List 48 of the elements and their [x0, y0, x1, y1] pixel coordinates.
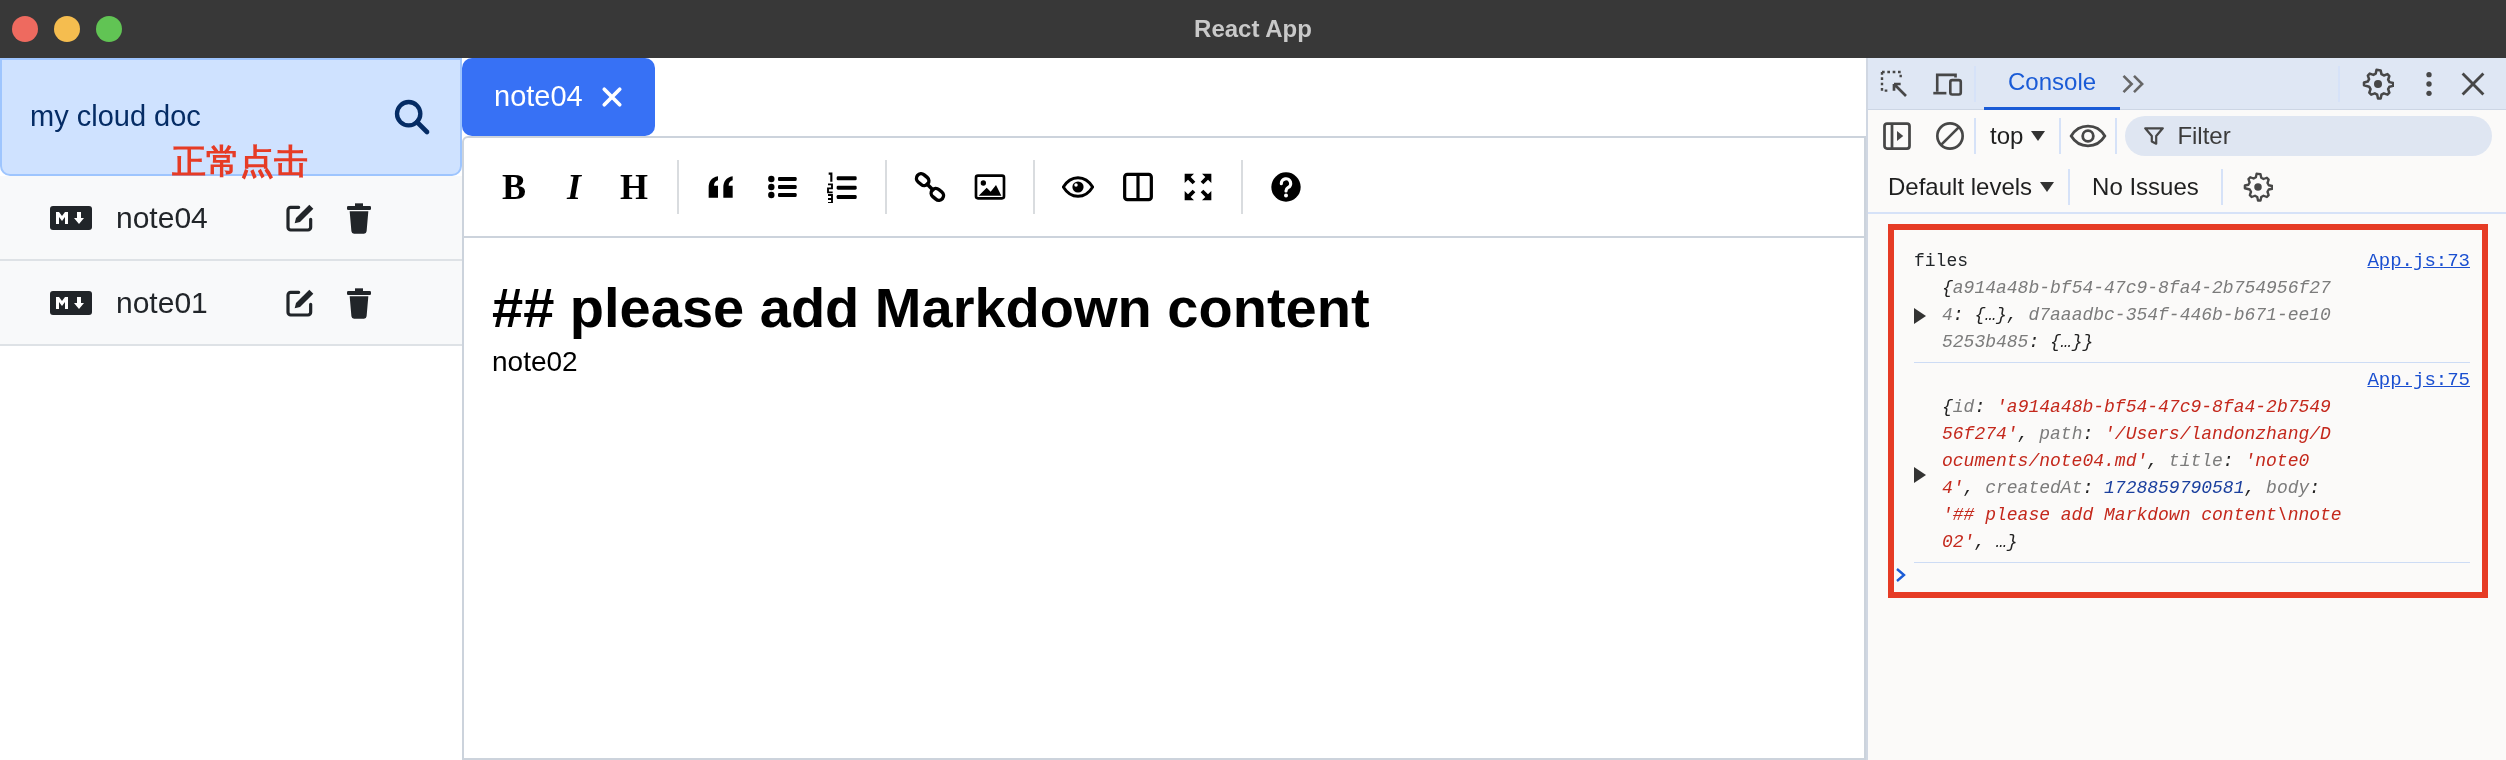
close-window-button[interactable] — [12, 16, 38, 42]
italic-button[interactable]: I — [544, 161, 604, 213]
console-object: {a914a48b-bf54-47c9-8fa4-2b754956f274: {…}, d7aaadbc-354f-446b-b671-ee105253b485: {…}} — [1942, 277, 2332, 354]
close-icon[interactable] — [600, 86, 623, 108]
settings-icon[interactable] — [2362, 67, 2394, 100]
file-name: note01 — [116, 285, 209, 321]
issues-button[interactable]: No Issues — [2078, 165, 2213, 209]
trash-icon[interactable] — [344, 201, 374, 234]
link-icon[interactable] — [914, 171, 946, 203]
markdown-icon — [50, 290, 92, 315]
app-title: my cloud doc — [30, 99, 201, 135]
markdown-icon — [50, 205, 92, 230]
markdown-heading: ## please add Markdown content — [492, 275, 1371, 341]
fullscreen-icon[interactable] — [1182, 171, 1214, 203]
heading-button[interactable]: H — [604, 161, 664, 213]
minimize-window-button[interactable] — [54, 16, 80, 42]
caret-icon — [2031, 131, 2046, 141]
sidebar-toggle-icon[interactable] — [1882, 121, 1912, 151]
filter-field[interactable]: Filter — [2125, 116, 2492, 156]
source-link[interactable]: App.js:75 — [2367, 367, 2470, 394]
trash-icon[interactable] — [344, 286, 374, 319]
bold-button[interactable]: B — [484, 161, 544, 213]
help-icon[interactable] — [1270, 171, 1302, 203]
zoom-window-button[interactable] — [96, 16, 122, 42]
expand-arrow-icon[interactable] — [1914, 307, 1926, 324]
markdown-text: note02 — [492, 345, 579, 380]
window-title: React App — [1194, 14, 1312, 44]
search-icon[interactable] — [392, 97, 432, 137]
settings-icon[interactable] — [2242, 172, 2273, 202]
image-icon[interactable] — [974, 171, 1006, 203]
console-object: {id: 'a914a48b-bf54-47c9-8fa4-2b754956f274', path: '/Users/landonzhang/Documents/note04.md', title: 'note04', createdAt: 1728859790581, body: '## please add Markdown content\nnote02', …} — [1942, 396, 2342, 554]
source-link[interactable]: App.js:73 — [2367, 248, 2470, 275]
console-label: files — [1914, 250, 1968, 273]
file-item[interactable]: note01 — [0, 261, 462, 346]
close-icon[interactable] — [2460, 70, 2486, 97]
filter-icon — [2143, 125, 2166, 147]
caret-icon — [2040, 182, 2055, 192]
context-dropdown[interactable]: top — [1984, 114, 2052, 158]
file-name: note04 — [116, 200, 209, 236]
editor-tab[interactable]: note04 — [462, 58, 655, 136]
more-options-icon[interactable] — [2424, 69, 2434, 98]
levels-dropdown[interactable]: Default levels — [1882, 165, 2061, 209]
clear-console-icon[interactable] — [1934, 120, 1966, 152]
columns-icon[interactable] — [1122, 171, 1154, 203]
numbered-list-icon[interactable] — [826, 171, 858, 203]
expand-arrow-icon[interactable] — [1914, 467, 1926, 483]
eye-icon[interactable] — [2069, 122, 2108, 150]
prompt-icon — [1894, 566, 1908, 584]
